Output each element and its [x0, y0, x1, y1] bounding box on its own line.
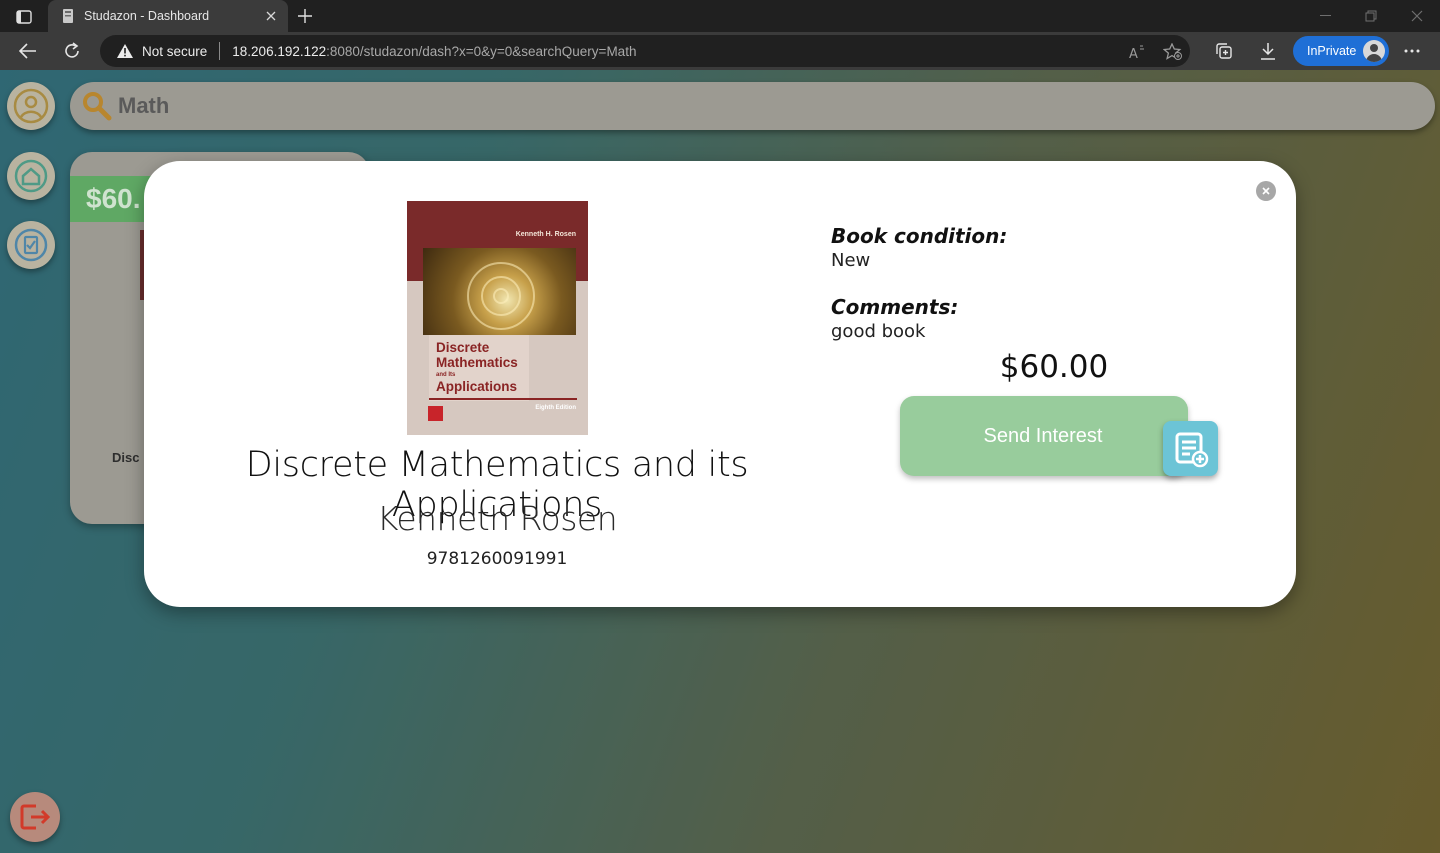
security-status-label[interactable]: Not secure [142, 44, 207, 59]
cover-title-small: and Its [436, 372, 456, 378]
tab-close-icon[interactable] [260, 5, 282, 27]
book-detail-modal: Kenneth H. Rosen Discrete Mathematics an… [144, 161, 1296, 607]
cover-author: Kenneth H. Rosen [515, 231, 576, 238]
book-cover-image: Kenneth H. Rosen Discrete Mathematics an… [407, 201, 588, 435]
logout-icon[interactable] [10, 792, 60, 842]
address-bar[interactable]: Not secure 18.206.192.122:8080/studazon/… [100, 35, 1190, 67]
add-favorite-icon[interactable] [1162, 41, 1184, 63]
restore-icon[interactable] [1348, 0, 1394, 32]
svg-text:A: A [1129, 47, 1138, 60]
search-icon[interactable] [80, 89, 114, 123]
profile-icon[interactable] [7, 82, 55, 130]
new-tab-plus-icon[interactable] [292, 4, 318, 28]
back-arrow-icon[interactable] [12, 36, 44, 66]
cover-rule [429, 398, 577, 400]
listings-icon[interactable] [7, 221, 55, 269]
book-price: $60.00 [999, 349, 1109, 385]
cover-title-word-discrete: Discrete [436, 340, 490, 355]
cover-title-word-mathematics: Mathematics [436, 355, 518, 370]
browser-tab-bar: Studazon - Dashboard [0, 0, 1440, 32]
site-favicon-icon [60, 8, 76, 24]
url-host: 18.206.192.122 [232, 43, 327, 59]
home-icon[interactable] [7, 152, 55, 200]
add-note-icon[interactable] [1163, 421, 1218, 476]
book-author: Kenneth Rosen [376, 499, 618, 538]
comments-label: Comments: [831, 295, 959, 319]
downloads-icon[interactable] [1252, 36, 1284, 66]
background-card-title: Disc [112, 450, 140, 465]
inprivate-button[interactable]: InPrivate [1293, 36, 1389, 66]
more-menu-icon[interactable] [1396, 36, 1428, 66]
browser-toolbar: Not secure 18.206.192.122:8080/studazon/… [0, 32, 1440, 70]
book-isbn: 9781260091991 [426, 549, 568, 569]
tab-actions-icon[interactable] [10, 6, 38, 28]
window-close-icon[interactable] [1394, 0, 1440, 32]
minimize-icon[interactable] [1302, 0, 1348, 32]
cover-title-line-1: Discrete Mathematics [436, 340, 518, 370]
browser-tab-active[interactable]: Studazon - Dashboard [48, 0, 288, 32]
cover-title-word-applications: Applications [436, 379, 518, 394]
tab-title: Studazon - Dashboard [84, 9, 210, 23]
publisher-logo-icon [428, 406, 443, 421]
cover-spiral-artwork [423, 248, 576, 335]
condition-value: New [831, 250, 871, 271]
comments-value: good book [831, 321, 926, 342]
search-bar[interactable]: Math [70, 82, 1435, 130]
collections-icon[interactable] [1208, 36, 1240, 66]
cover-edition: Eighth Edition [535, 405, 576, 411]
read-aloud-icon[interactable]: A [1126, 41, 1148, 63]
refresh-icon[interactable] [56, 36, 88, 66]
inprivate-label: InPrivate [1307, 44, 1357, 58]
send-interest-button[interactable]: Send Interest [900, 396, 1188, 476]
send-interest-label: Send Interest [983, 424, 1103, 447]
warning-triangle-icon[interactable] [116, 42, 134, 60]
modal-close-icon[interactable] [1256, 181, 1276, 201]
profile-avatar-icon [1363, 40, 1385, 62]
search-input[interactable]: Math [118, 93, 169, 119]
condition-label: Book condition: [831, 224, 1008, 248]
address-divider [219, 42, 221, 60]
url-path: :8080/studazon/dash?x=0&y=0&searchQuery=… [326, 43, 637, 59]
